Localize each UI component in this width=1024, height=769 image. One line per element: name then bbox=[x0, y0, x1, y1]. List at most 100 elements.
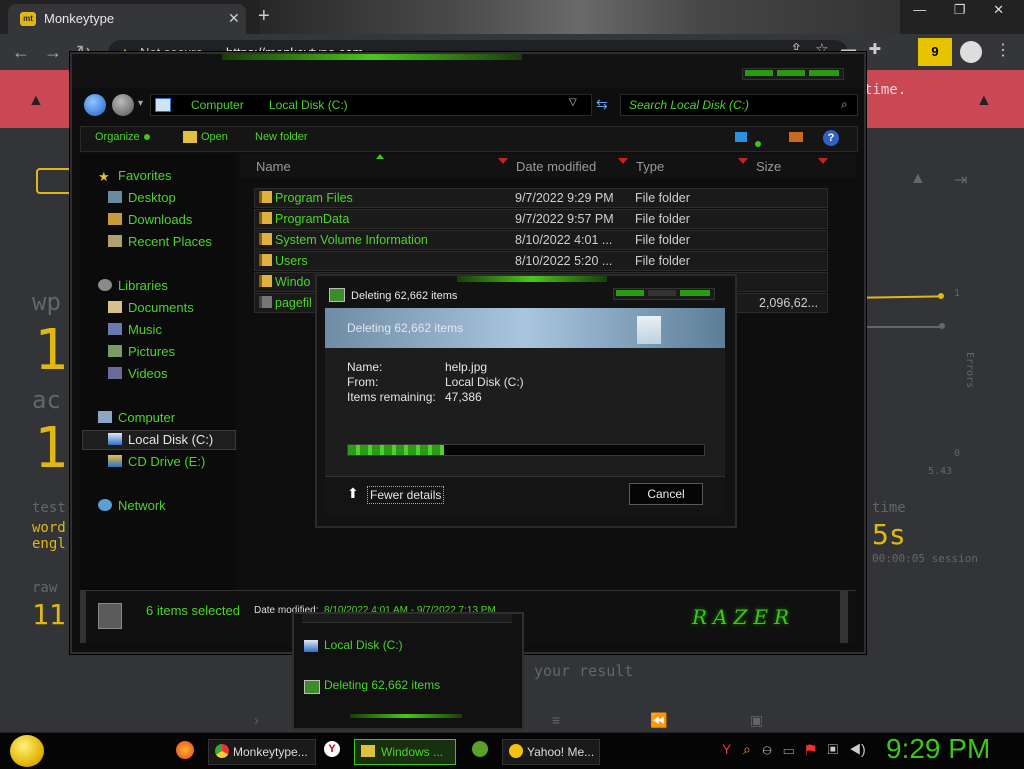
screenshot-icon[interactable]: ▣ bbox=[750, 712, 763, 729]
file-row[interactable]: Users 8/10/2022 5:20 ... File folder bbox=[254, 251, 828, 271]
maximize-button[interactable] bbox=[777, 70, 805, 76]
cancel-button[interactable]: Cancel bbox=[629, 483, 703, 505]
file-row[interactable]: Program Files 9/7/2022 9:29 PM File fold… bbox=[254, 188, 828, 208]
nav-documents[interactable]: Documents bbox=[108, 300, 194, 315]
close-button[interactable] bbox=[809, 70, 839, 76]
column-date-dropdown-icon[interactable] bbox=[618, 158, 628, 164]
back-button-icon[interactable] bbox=[84, 94, 106, 116]
column-size[interactable]: Size bbox=[756, 159, 781, 174]
raw-value: 11 bbox=[32, 598, 66, 631]
notifications-icon[interactable]: ▲ bbox=[910, 170, 926, 188]
search-tray-icon[interactable]: ⌕ bbox=[743, 741, 751, 757]
words-history-icon[interactable]: ≡ bbox=[552, 712, 560, 728]
forward-arrow-icon[interactable]: → bbox=[44, 42, 62, 63]
taskbar-explorer-button[interactable]: Windows ... bbox=[354, 739, 456, 765]
chart-y-top: 1 bbox=[954, 288, 961, 299]
popup-item-local-disk[interactable]: Local Disk (C:) bbox=[324, 638, 403, 652]
organize-button[interactable]: Organize bbox=[95, 131, 150, 143]
new-folder-button[interactable]: New folder bbox=[255, 131, 308, 143]
nav-favorites[interactable]: ★ Favorites bbox=[98, 168, 171, 184]
test-type-word: word bbox=[32, 520, 66, 536]
column-type[interactable]: Type bbox=[636, 159, 664, 174]
network-tray-icon[interactable]: ▣ bbox=[828, 741, 839, 757]
nav-pictures[interactable]: Pictures bbox=[108, 344, 175, 359]
warning-icon: ▲ bbox=[976, 92, 992, 109]
puzzle-icon[interactable]: ✚ bbox=[869, 41, 882, 58]
recent-places-icon bbox=[108, 235, 122, 247]
navigation-pane: ★ Favorites Desktop Downloads Recent Plac… bbox=[80, 154, 236, 592]
column-name-dropdown-icon[interactable] bbox=[498, 158, 508, 164]
browser-menu-icon[interactable]: ⋮ bbox=[995, 40, 1011, 60]
nav-local-disk[interactable]: Local Disk (C:) bbox=[108, 432, 213, 447]
help-icon[interactable]: ? bbox=[823, 130, 839, 146]
system-file-icon bbox=[259, 296, 272, 311]
nav-music[interactable]: Music bbox=[108, 322, 162, 337]
column-date[interactable]: Date modified bbox=[516, 159, 596, 174]
videos-icon bbox=[108, 367, 122, 379]
nav-desktop[interactable]: Desktop bbox=[108, 190, 176, 205]
start-button-smiley-icon[interactable] bbox=[10, 735, 44, 767]
minus-tray-icon[interactable]: ⊖ bbox=[763, 741, 772, 757]
forward-button-icon[interactable] bbox=[112, 94, 134, 116]
window-controls[interactable]: — ❐ ✕ bbox=[913, 2, 1016, 18]
path-dropdown-icon[interactable]: ▽ bbox=[569, 97, 577, 108]
breadcrumb-computer[interactable]: Computer bbox=[191, 98, 244, 112]
file-row[interactable]: ProgramData 9/7/2022 9:57 PM File folder bbox=[254, 209, 828, 229]
back-arrow-icon[interactable]: ← bbox=[12, 42, 30, 63]
monkeytype-logo-icon[interactable] bbox=[36, 168, 74, 194]
nav-downloads[interactable]: Downloads bbox=[108, 212, 192, 227]
view-dropdown-icon[interactable] bbox=[755, 134, 761, 152]
yandex-tray-icon[interactable]: Y bbox=[722, 741, 731, 757]
replay-icon[interactable]: ⏪ bbox=[650, 712, 667, 729]
dialog-title: Deleting 62,662 items bbox=[351, 290, 458, 302]
close-button[interactable] bbox=[680, 290, 710, 296]
yandex-icon[interactable]: Y bbox=[324, 741, 340, 757]
nav-cd-drive[interactable]: CD Drive (E:) bbox=[108, 454, 205, 469]
search-icon[interactable]: ⌕ bbox=[841, 97, 848, 112]
popup-item-deleting[interactable]: Deleting 62,662 items bbox=[324, 678, 440, 692]
network-icon bbox=[98, 499, 112, 511]
column-size-dropdown-icon[interactable] bbox=[818, 158, 828, 164]
disk-icon bbox=[304, 640, 318, 652]
minimize-button[interactable] bbox=[616, 290, 644, 296]
new-tab-button[interactable]: + bbox=[258, 5, 270, 28]
nav-libraries[interactable]: Libraries bbox=[98, 278, 168, 293]
breadcrumb-local-disk[interactable]: Local Disk (C:) bbox=[269, 98, 348, 112]
nav-recent-places[interactable]: Recent Places bbox=[108, 234, 212, 249]
login-icon[interactable]: ⇥ bbox=[954, 170, 967, 190]
dialog-top-accent bbox=[457, 276, 607, 282]
acc-label: ac bbox=[32, 386, 61, 414]
volume-tray-icon[interactable]: ◀) bbox=[850, 741, 866, 757]
profile-avatar[interactable] bbox=[960, 41, 982, 63]
file-row[interactable]: System Volume Information 8/10/2022 4:01… bbox=[254, 230, 828, 250]
window-tray-icon[interactable]: ▭ bbox=[783, 741, 794, 757]
file-type: File folder bbox=[635, 212, 690, 226]
column-type-dropdown-icon[interactable] bbox=[738, 158, 748, 164]
column-name[interactable]: Name bbox=[256, 159, 291, 174]
clock-extension-button[interactable]: 9 bbox=[918, 38, 952, 66]
nav-videos[interactable]: Videos bbox=[108, 366, 168, 381]
flag-tray-icon[interactable]: ⚑ bbox=[806, 741, 816, 757]
nav-network[interactable]: Network bbox=[98, 498, 166, 513]
collapse-arrow-icon[interactable]: ⬆ bbox=[347, 485, 359, 502]
breadcrumb[interactable]: Computer Local Disk (C:) ▽ bbox=[150, 94, 592, 116]
delete-icon bbox=[304, 680, 320, 694]
nav-computer[interactable]: Computer bbox=[98, 410, 175, 425]
tab-monkeytype[interactable]: mt Monkeytype ✕ bbox=[8, 4, 246, 34]
search-input[interactable]: Search Local Disk (C:) ⌕ bbox=[620, 94, 858, 116]
fewer-details-button[interactable]: Fewer details bbox=[367, 486, 445, 504]
minimize-button[interactable] bbox=[745, 70, 773, 76]
taskbar-clock[interactable]: 9:29 PM bbox=[886, 733, 990, 765]
preview-pane-icon[interactable] bbox=[789, 132, 803, 142]
taskbar-chrome-button[interactable]: Monkeytype... bbox=[208, 739, 316, 765]
app-icon[interactable] bbox=[472, 741, 488, 757]
view-options-icon[interactable] bbox=[735, 132, 747, 142]
refresh-icon[interactable]: ⇆ bbox=[596, 96, 608, 113]
explorer-address-row: ▾ Computer Local Disk (C:) ▽ ⇆ Search Lo… bbox=[80, 92, 858, 118]
tab-close-icon[interactable]: ✕ bbox=[228, 10, 240, 27]
taskbar-yahoo-button[interactable]: Yahoo! Me... bbox=[502, 739, 600, 765]
next-test-icon[interactable]: › bbox=[254, 712, 259, 728]
recent-pages-chevron-icon[interactable]: ▾ bbox=[138, 98, 143, 109]
open-button[interactable]: Open bbox=[201, 131, 228, 143]
firefox-icon[interactable] bbox=[176, 741, 194, 759]
